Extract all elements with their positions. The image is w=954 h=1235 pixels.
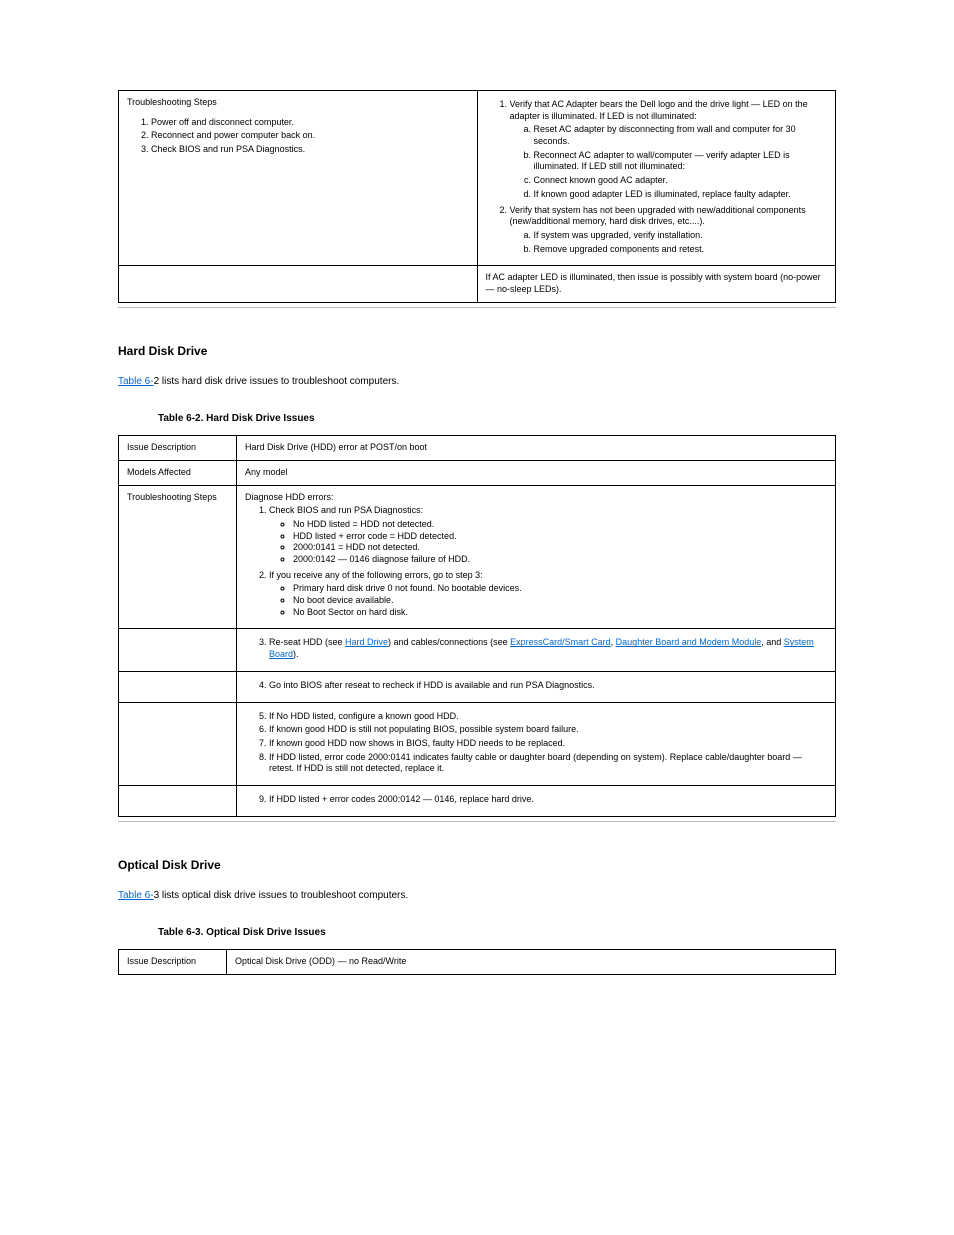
intro-optical: Table 6-3 lists optical disk drive issue… — [118, 889, 836, 902]
t2-r2-l: Models Affected — [119, 460, 237, 485]
list-item: If known good adapter LED is illuminated… — [534, 189, 828, 201]
list-item: Reconnect AC adapter to wall/computer — … — [534, 150, 828, 173]
link-table-6-3[interactable]: Table 6- — [118, 890, 154, 901]
t1-right-sublist-a: Reset AC adapter by disconnecting from w… — [510, 124, 828, 200]
list-item: No boot device available. — [293, 595, 827, 607]
intro-hdd: Table 6-2 lists hard disk drive issues t… — [118, 375, 836, 388]
heading-hdd: Hard Disk Drive — [118, 344, 836, 360]
list-item: Remove upgraded components and retest. — [534, 244, 828, 256]
link-hard-drive[interactable]: Hard Drive — [345, 637, 388, 647]
list-item: Check BIOS and run PSA Diagnostics: No H… — [269, 505, 827, 565]
list-item: If HDD listed + error codes 2000:0142 — … — [269, 794, 827, 806]
list-item: Verify that system has not been upgraded… — [510, 205, 828, 256]
t2-ol: Check BIOS and run PSA Diagnostics: No H… — [245, 505, 827, 618]
divider — [118, 307, 836, 308]
t1-right-sublist-b: If system was upgraded, verify installat… — [510, 230, 828, 255]
label-troubleshooting-steps: Troubleshooting Steps — [127, 97, 469, 109]
caption-table-6-2: Table 6-2. Hard Disk Drive Issues — [158, 412, 836, 425]
t2-r1-l: Issue Description — [119, 436, 237, 461]
caption-table-6-3: Table 6-3. Optical Disk Drive Issues — [158, 926, 836, 939]
list-item: 2000:0141 = HDD not detected. — [293, 542, 827, 554]
list-item: Re-seat HDD (see Hard Drive) and cables/… — [269, 637, 827, 660]
table-optical-issues: Issue Description Optical Disk Drive (OD… — [118, 949, 836, 975]
list-item: If you receive any of the following erro… — [269, 570, 827, 619]
t1-r2-right: If AC adapter LED is illuminated, then i… — [477, 266, 836, 302]
list-item: If known good HDD is still not populatin… — [269, 724, 827, 736]
list-item: Power off and disconnect computer. — [151, 117, 469, 129]
link-table-6-2[interactable]: Table 6- — [118, 376, 154, 387]
list-item: If system was upgraded, verify installat… — [534, 230, 828, 242]
t2-r3-r: Diagnose HDD errors: Check BIOS and run … — [237, 485, 836, 629]
list-item: If HDD listed, error code 2000:0141 indi… — [269, 752, 827, 775]
list-item: Connect known good AC adapter. — [534, 175, 828, 187]
t3-r1-l: Issue Description — [119, 950, 227, 975]
list-item: No HDD listed = HDD not detected. — [293, 519, 827, 531]
table-power-issues: Troubleshooting Steps Power off and disc… — [118, 90, 836, 303]
t2-r5-r: Go into BIOS after reseat to recheck if … — [237, 671, 836, 702]
link-daughter-board[interactable]: Daughter Board and Modem Module — [616, 637, 762, 647]
t1-right-ac-adapter: Verify that AC Adapter bears the Dell lo… — [477, 91, 836, 266]
t2-r5-l — [119, 671, 237, 702]
t1-left-troubleshooting: Troubleshooting Steps Power off and disc… — [119, 91, 478, 266]
list-item: No Boot Sector on hard disk. — [293, 607, 827, 619]
list-item: Reconnect and power computer back on. — [151, 130, 469, 142]
t2-r6-r: If No HDD listed, configure a known good… — [237, 702, 836, 785]
t2-r4-r: Re-seat HDD (see Hard Drive) and cables/… — [237, 629, 836, 671]
list-item: Primary hard disk drive 0 not found. No … — [293, 583, 827, 595]
t2-ol-4: Go into BIOS after reseat to recheck if … — [245, 680, 827, 692]
t3-r1-r: Optical Disk Drive (ODD) — no Read/Write — [227, 950, 836, 975]
list-item: Check BIOS and run PSA Diagnostics. — [151, 144, 469, 156]
t1-left-steps: Power off and disconnect computer. Recon… — [127, 117, 469, 156]
heading-optical: Optical Disk Drive — [118, 858, 836, 874]
t2-r4-l — [119, 629, 237, 671]
list-item: If No HDD listed, configure a known good… — [269, 711, 827, 723]
t2-ol-3: Re-seat HDD (see Hard Drive) and cables/… — [245, 637, 827, 660]
list-item: Reset AC adapter by disconnecting from w… — [534, 124, 828, 147]
table-hdd-issues: Issue Description Hard Disk Drive (HDD) … — [118, 435, 836, 816]
t2-r2-r: Any model — [237, 460, 836, 485]
divider — [118, 821, 836, 822]
t2-ul-1: No HDD listed = HDD not detected. HDD li… — [269, 519, 827, 566]
list-item: 2000:0142 — 0146 diagnose failure of HDD… — [293, 554, 827, 566]
t2-r7-r: If HDD listed + error codes 2000:0142 — … — [237, 785, 836, 816]
t2-r7-l — [119, 785, 237, 816]
t2-r6-l — [119, 702, 237, 785]
t2-r3-l: Troubleshooting Steps — [119, 485, 237, 629]
t1-r2-left — [119, 266, 478, 302]
t2-ul-2: Primary hard disk drive 0 not found. No … — [269, 583, 827, 618]
list-item: Go into BIOS after reseat to recheck if … — [269, 680, 827, 692]
t1-right-ol: Verify that AC Adapter bears the Dell lo… — [486, 99, 828, 255]
list-item: HDD listed + error code = HDD detected. — [293, 531, 827, 543]
list-item: Verify that AC Adapter bears the Dell lo… — [510, 99, 828, 201]
link-expresscard[interactable]: ExpressCard/Smart Card — [510, 637, 611, 647]
list-item: If known good HDD now shows in BIOS, fau… — [269, 738, 827, 750]
t2-r1-r: Hard Disk Drive (HDD) error at POST/on b… — [237, 436, 836, 461]
